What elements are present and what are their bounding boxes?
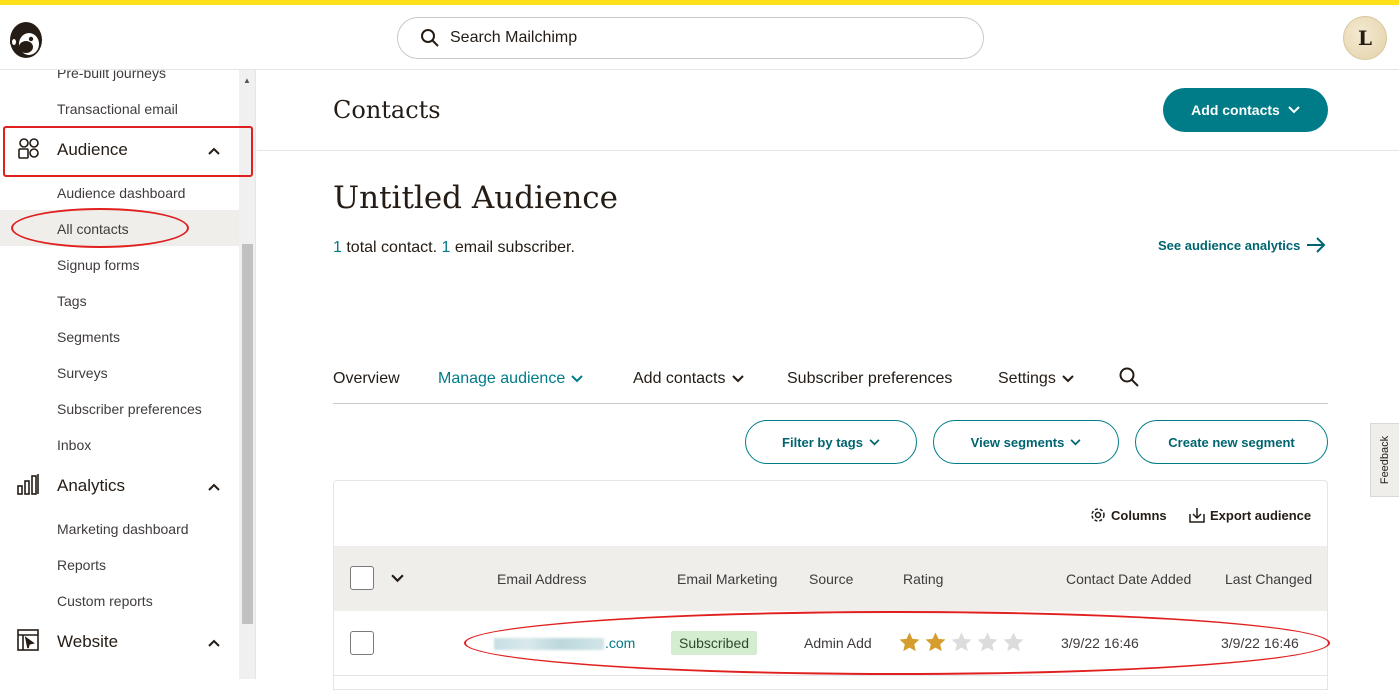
add-contacts-button[interactable]: Add contacts: [1163, 88, 1328, 132]
sidebar-item-tags[interactable]: Tags: [57, 293, 87, 309]
sidebar-scrollbar-thumb[interactable]: [242, 244, 253, 624]
email-subscriber-text: email subscriber.: [450, 239, 575, 256]
annotation-rectangle: [3, 126, 253, 177]
sidebar-item-segments[interactable]: Segments: [57, 329, 120, 345]
see-audience-analytics-link[interactable]: See audience analytics: [1158, 237, 1326, 253]
chevron-up-icon: [207, 635, 221, 653]
mailchimp-logo-icon[interactable]: [6, 18, 46, 62]
tab-label: Manage audience: [438, 370, 566, 387]
chevron-down-icon: [869, 438, 880, 445]
tab-label: Subscriber preferences: [787, 370, 953, 387]
website-icon: [17, 628, 39, 656]
column-header-email-marketing[interactable]: Email Marketing: [677, 571, 777, 587]
search-bar[interactable]: Search Mailchimp: [397, 17, 984, 59]
arrow-right-icon: [1307, 237, 1326, 253]
export-label: Export audience: [1210, 507, 1312, 523]
sidebar-item-surveys[interactable]: Surveys: [57, 365, 108, 381]
column-header-email[interactable]: Email Address: [497, 571, 586, 587]
sidebar-item-inbox[interactable]: Inbox: [57, 437, 91, 453]
sidebar-item-prebuilt-journeys[interactable]: Pre-built journeys: [57, 70, 166, 81]
gear-icon: [1091, 508, 1105, 522]
analytics-icon: [17, 472, 41, 501]
search-icon: [1119, 367, 1139, 387]
chevron-down-icon: [1070, 438, 1081, 445]
chevron-down-icon: [1288, 106, 1300, 114]
download-icon: [1189, 508, 1205, 523]
column-header-source[interactable]: Source: [809, 571, 853, 587]
columns-label: Columns: [1111, 507, 1167, 523]
tab-label: Overview: [333, 370, 400, 387]
tab-add-contacts[interactable]: Add contacts: [633, 370, 744, 388]
scroll-up-arrow-icon[interactable]: ▲: [243, 76, 251, 85]
page-title: Contacts: [333, 96, 441, 124]
audience-search-button[interactable]: [1118, 366, 1140, 388]
column-header-date-added[interactable]: Contact Date Added: [1066, 571, 1191, 587]
sidebar-item-audience-dashboard[interactable]: Audience dashboard: [57, 185, 185, 201]
table-header: Email Address Email Marketing Source Rat…: [334, 546, 1327, 611]
user-avatar[interactable]: L: [1343, 16, 1387, 60]
select-all-checkbox[interactable]: [350, 566, 374, 590]
top-bar: Search Mailchimp L: [0, 0, 1399, 70]
audience-stats: 1 total contact. 1 email subscriber.: [333, 239, 575, 257]
sidebar-section-website[interactable]: Website: [0, 620, 239, 664]
total-contact-text: total contact.: [341, 239, 442, 256]
column-header-last-changed[interactable]: Last Changed: [1225, 571, 1312, 587]
chevron-down-icon: [1062, 375, 1074, 383]
sidebar-item-custom-reports[interactable]: Custom reports: [57, 593, 153, 609]
create-segment-label: Create new segment: [1168, 434, 1295, 450]
sidebar-item-transactional-email[interactable]: Transactional email: [57, 101, 178, 117]
tab-label: Settings: [998, 370, 1056, 387]
analytics-link-label: See audience analytics: [1158, 237, 1301, 253]
tab-overview[interactable]: Overview: [333, 370, 400, 388]
tab-label: Add contacts: [633, 370, 726, 387]
chevron-down-icon: [571, 375, 583, 383]
view-segments-button[interactable]: View segments: [933, 420, 1119, 464]
audience-tabs: Overview Manage audience Add contacts Su…: [333, 366, 1328, 404]
annotation-ellipse-contact-row: [464, 611, 1330, 675]
view-segments-label: View segments: [970, 434, 1065, 450]
sidebar-item-signup-forms[interactable]: Signup forms: [57, 257, 139, 273]
search-placeholder: Search Mailchimp: [450, 29, 578, 46]
chevron-up-icon: [207, 479, 221, 497]
sidebar-section-label: Website: [57, 632, 119, 651]
add-contacts-label: Add contacts: [1191, 102, 1280, 118]
column-header-rating[interactable]: Rating: [903, 571, 943, 587]
tab-manage-audience[interactable]: Manage audience: [438, 370, 583, 388]
sidebar-item-marketing-dashboard[interactable]: Marketing dashboard: [57, 521, 189, 537]
row-checkbox[interactable]: [350, 631, 374, 655]
export-audience-button[interactable]: Export audience: [1189, 507, 1311, 523]
main-content: Contacts Add contacts Untitled Audience …: [257, 70, 1399, 690]
header-divider: [257, 150, 1399, 151]
chevron-down-icon[interactable]: [391, 574, 404, 583]
columns-button[interactable]: Columns: [1090, 507, 1167, 523]
annotation-ellipse-all-contacts: [11, 208, 189, 248]
sidebar-section-analytics[interactable]: Analytics: [0, 464, 239, 508]
filter-tags-label: Filter by tags: [782, 434, 863, 450]
tab-subscriber-preferences[interactable]: Subscriber preferences: [787, 370, 952, 388]
sidebar-item-reports[interactable]: Reports: [57, 557, 106, 573]
sidebar-item-subscriber-preferences[interactable]: Subscriber preferences: [57, 401, 202, 417]
filter-by-tags-button[interactable]: Filter by tags: [745, 420, 917, 464]
total-contact-count[interactable]: 1: [333, 239, 342, 256]
search-icon: [421, 29, 439, 47]
chevron-down-icon: [731, 375, 744, 383]
feedback-label: Feedback: [1379, 435, 1391, 485]
audience-name: Untitled Audience: [333, 180, 619, 216]
sidebar-section-label: Analytics: [57, 476, 126, 495]
tab-settings[interactable]: Settings: [998, 370, 1074, 388]
create-new-segment-button[interactable]: Create new segment: [1135, 420, 1328, 464]
feedback-tab[interactable]: Feedback: [1370, 423, 1399, 497]
